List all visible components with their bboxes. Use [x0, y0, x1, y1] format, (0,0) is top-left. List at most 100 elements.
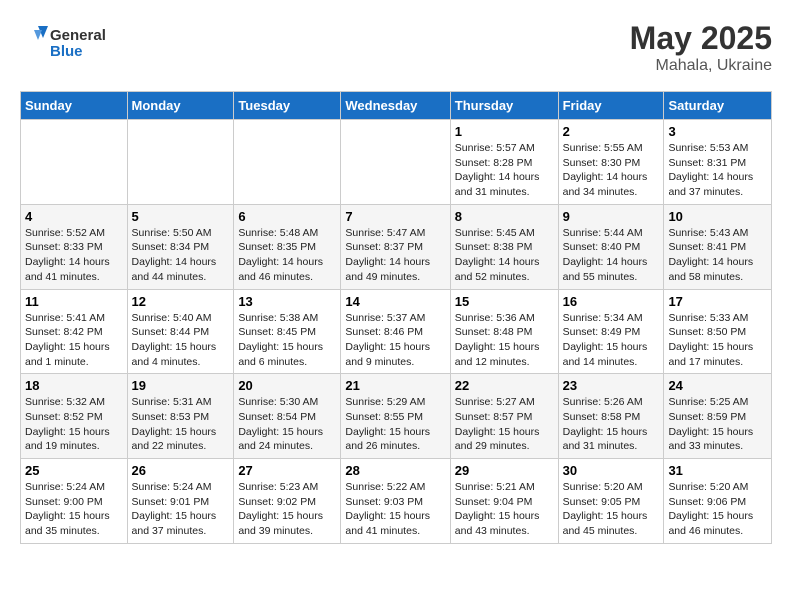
day-info: Sunrise: 5:23 AM Sunset: 9:02 PM Dayligh… — [238, 480, 336, 539]
col-saturday: Saturday — [664, 92, 772, 120]
day-info: Sunrise: 5:32 AM Sunset: 8:52 PM Dayligh… — [25, 395, 123, 454]
day-number: 1 — [455, 124, 554, 139]
calendar-table: Sunday Monday Tuesday Wednesday Thursday… — [20, 91, 772, 544]
day-info: Sunrise: 5:27 AM Sunset: 8:57 PM Dayligh… — [455, 395, 554, 454]
day-number: 15 — [455, 294, 554, 309]
day-info: Sunrise: 5:21 AM Sunset: 9:04 PM Dayligh… — [455, 480, 554, 539]
calendar-cell: 16 Sunrise: 5:34 AM Sunset: 8:49 PM Dayli… — [558, 289, 664, 374]
day-info: Sunrise: 5:24 AM Sunset: 9:00 PM Dayligh… — [25, 480, 123, 539]
month-title: May 2025 — [630, 20, 772, 57]
day-number: 17 — [668, 294, 767, 309]
calendar-cell: 26 Sunrise: 5:24 AM Sunset: 9:01 PM Dayli… — [127, 459, 234, 544]
col-thursday: Thursday — [450, 92, 558, 120]
day-number: 13 — [238, 294, 336, 309]
day-number: 10 — [668, 209, 767, 224]
day-info: Sunrise: 5:40 AM Sunset: 8:44 PM Dayligh… — [132, 311, 230, 370]
calendar-cell: 4 Sunrise: 5:52 AM Sunset: 8:33 PM Daylig… — [21, 204, 128, 289]
col-wednesday: Wednesday — [341, 92, 450, 120]
day-info: Sunrise: 5:38 AM Sunset: 8:45 PM Dayligh… — [238, 311, 336, 370]
day-number: 6 — [238, 209, 336, 224]
calendar-cell: 24 Sunrise: 5:25 AM Sunset: 8:59 PM Dayli… — [664, 374, 772, 459]
calendar-cell: 7 Sunrise: 5:47 AM Sunset: 8:37 PM Daylig… — [341, 204, 450, 289]
day-info: Sunrise: 5:31 AM Sunset: 8:53 PM Dayligh… — [132, 395, 230, 454]
day-number: 16 — [563, 294, 660, 309]
calendar-week-4: 25 Sunrise: 5:24 AM Sunset: 9:00 PM Dayli… — [21, 459, 772, 544]
calendar-cell: 20Sunrise: 5:30 AM Sunset: 8:54 PM Dayli… — [234, 374, 341, 459]
day-info: Sunrise: 5:26 AM Sunset: 8:58 PM Dayligh… — [563, 395, 660, 454]
day-number: 26 — [132, 463, 230, 478]
page-header: General Blue May 2025 Mahala, Ukraine — [20, 20, 772, 75]
day-info: Sunrise: 5:22 AM Sunset: 9:03 PM Dayligh… — [345, 480, 445, 539]
day-number: 24 — [668, 378, 767, 393]
calendar-cell: 28 Sunrise: 5:22 AM Sunset: 9:03 PM Dayli… — [341, 459, 450, 544]
day-number: 25 — [25, 463, 123, 478]
col-tuesday: Tuesday — [234, 92, 341, 120]
calendar-week-1: 4 Sunrise: 5:52 AM Sunset: 8:33 PM Daylig… — [21, 204, 772, 289]
calendar-cell: 3 Sunrise: 5:53 AM Sunset: 8:31 PM Daylig… — [664, 120, 772, 205]
calendar-cell: 25 Sunrise: 5:24 AM Sunset: 9:00 PM Dayli… — [21, 459, 128, 544]
calendar-cell: 21 Sunrise: 5:29 AM Sunset: 8:55 PM Dayli… — [341, 374, 450, 459]
calendar-week-3: 18 Sunrise: 5:32 AM Sunset: 8:52 PM Dayli… — [21, 374, 772, 459]
day-number: 14 — [345, 294, 445, 309]
day-info: Sunrise: 5:43 AM Sunset: 8:41 PM Dayligh… — [668, 226, 767, 285]
col-monday: Monday — [127, 92, 234, 120]
svg-text:General: General — [50, 27, 106, 44]
col-sunday: Sunday — [21, 92, 128, 120]
day-info: Sunrise: 5:47 AM Sunset: 8:37 PM Dayligh… — [345, 226, 445, 285]
day-info: Sunrise: 5:25 AM Sunset: 8:59 PM Dayligh… — [668, 395, 767, 454]
day-number: 9 — [563, 209, 660, 224]
day-number: 8 — [455, 209, 554, 224]
day-info: Sunrise: 5:24 AM Sunset: 9:01 PM Dayligh… — [132, 480, 230, 539]
day-number: 23 — [563, 378, 660, 393]
calendar-cell: 19Sunrise: 5:31 AM Sunset: 8:53 PM Dayli… — [127, 374, 234, 459]
day-info: Sunrise: 5:29 AM Sunset: 8:55 PM Dayligh… — [345, 395, 445, 454]
day-number: 21 — [345, 378, 445, 393]
day-info: Sunrise: 5:34 AM Sunset: 8:49 PM Dayligh… — [563, 311, 660, 370]
calendar-cell: 10 Sunrise: 5:43 AM Sunset: 8:41 PM Dayli… — [664, 204, 772, 289]
calendar-cell: 13 Sunrise: 5:38 AM Sunset: 8:45 PM Dayli… — [234, 289, 341, 374]
day-info: Sunrise: 5:33 AM Sunset: 8:50 PM Dayligh… — [668, 311, 767, 370]
calendar-cell: 1Sunrise: 5:57 AM Sunset: 8:28 PM Daylig… — [450, 120, 558, 205]
day-info: Sunrise: 5:55 AM Sunset: 8:30 PM Dayligh… — [563, 141, 660, 200]
calendar-cell: 29Sunrise: 5:21 AM Sunset: 9:04 PM Dayli… — [450, 459, 558, 544]
calendar-cell: 5 Sunrise: 5:50 AM Sunset: 8:34 PM Daylig… — [127, 204, 234, 289]
day-number: 20 — [238, 378, 336, 393]
day-info: Sunrise: 5:48 AM Sunset: 8:35 PM Dayligh… — [238, 226, 336, 285]
day-number: 5 — [132, 209, 230, 224]
calendar-cell: 30Sunrise: 5:20 AM Sunset: 9:05 PM Dayli… — [558, 459, 664, 544]
calendar-cell — [234, 120, 341, 205]
logo: General Blue — [20, 20, 130, 64]
day-number: 18 — [25, 378, 123, 393]
day-info: Sunrise: 5:44 AM Sunset: 8:40 PM Dayligh… — [563, 226, 660, 285]
day-number: 3 — [668, 124, 767, 139]
day-number: 7 — [345, 209, 445, 224]
logo-svg: General Blue — [20, 20, 130, 64]
day-number: 12 — [132, 294, 230, 309]
header-row: Sunday Monday Tuesday Wednesday Thursday… — [21, 92, 772, 120]
day-number: 11 — [25, 294, 123, 309]
calendar-cell: 22 Sunrise: 5:27 AM Sunset: 8:57 PM Dayli… — [450, 374, 558, 459]
day-number: 4 — [25, 209, 123, 224]
day-info: Sunrise: 5:50 AM Sunset: 8:34 PM Dayligh… — [132, 226, 230, 285]
day-number: 27 — [238, 463, 336, 478]
day-number: 31 — [668, 463, 767, 478]
day-info: Sunrise: 5:52 AM Sunset: 8:33 PM Dayligh… — [25, 226, 123, 285]
calendar-cell — [341, 120, 450, 205]
day-info: Sunrise: 5:53 AM Sunset: 8:31 PM Dayligh… — [668, 141, 767, 200]
day-number: 30 — [563, 463, 660, 478]
calendar-cell: 18 Sunrise: 5:32 AM Sunset: 8:52 PM Dayli… — [21, 374, 128, 459]
calendar-cell: 8 Sunrise: 5:45 AM Sunset: 8:38 PM Daylig… — [450, 204, 558, 289]
calendar-body: 1Sunrise: 5:57 AM Sunset: 8:28 PM Daylig… — [21, 120, 772, 544]
calendar-cell: 9 Sunrise: 5:44 AM Sunset: 8:40 PM Daylig… — [558, 204, 664, 289]
day-number: 28 — [345, 463, 445, 478]
calendar-cell: 15Sunrise: 5:36 AM Sunset: 8:48 PM Dayli… — [450, 289, 558, 374]
calendar-cell: 6 Sunrise: 5:48 AM Sunset: 8:35 PM Daylig… — [234, 204, 341, 289]
day-info: Sunrise: 5:41 AM Sunset: 8:42 PM Dayligh… — [25, 311, 123, 370]
day-number: 22 — [455, 378, 554, 393]
calendar-cell: 27 Sunrise: 5:23 AM Sunset: 9:02 PM Dayli… — [234, 459, 341, 544]
calendar-cell: 2 Sunrise: 5:55 AM Sunset: 8:30 PM Daylig… — [558, 120, 664, 205]
day-info: Sunrise: 5:45 AM Sunset: 8:38 PM Dayligh… — [455, 226, 554, 285]
day-number: 2 — [563, 124, 660, 139]
calendar-cell: 12 Sunrise: 5:40 AM Sunset: 8:44 PM Dayli… — [127, 289, 234, 374]
title-area: May 2025 Mahala, Ukraine — [630, 20, 772, 75]
